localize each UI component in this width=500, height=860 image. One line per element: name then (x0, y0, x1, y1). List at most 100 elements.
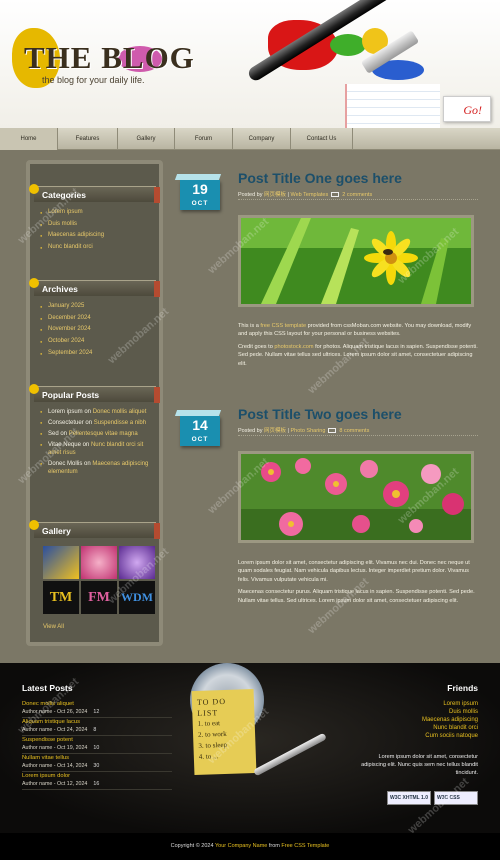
post-meta-prefix: Posted by (238, 192, 264, 198)
company-name-link[interactable]: Your Company Name (215, 843, 267, 849)
comment-count: 12 (93, 709, 100, 715)
gallery-thumb[interactable] (119, 546, 155, 579)
post-author-link[interactable]: 网页模板 (264, 192, 286, 198)
latest-post-item: Suspendisse potent Author name - Oct 19,… (22, 736, 172, 754)
post-category-link[interactable]: Photo Sharing (291, 428, 326, 434)
friend-link[interactable]: Duis mollis (422, 708, 478, 716)
gallery-view-all-link[interactable]: View All (43, 624, 64, 630)
nav-forum[interactable]: Forum (175, 128, 233, 150)
archive-link[interactable]: October 2024 (40, 336, 159, 348)
gallery-thumb[interactable] (81, 546, 117, 579)
post-author-link[interactable]: 网页模板 (264, 428, 286, 434)
popular-post-author: Vitae Neque on (48, 442, 91, 448)
latest-post-link[interactable]: Aliquam tristique lacus (22, 718, 172, 726)
gallery-thumb-fm[interactable]: FM (81, 581, 117, 614)
post-date-badge: 14 OCT (174, 410, 224, 446)
free-css-template-link[interactable]: free CSS template (260, 323, 306, 329)
post-comments-link[interactable]: 8 comments (339, 428, 369, 434)
archives-heading: Archives (29, 278, 160, 297)
go-note-text: Go! (463, 103, 482, 117)
archive-link[interactable]: November 2024 (40, 324, 159, 336)
post-paragraph: Maecenas consectetur purus. Aliquam tris… (238, 589, 475, 604)
nav-features[interactable]: Features (58, 128, 118, 150)
friend-link[interactable]: Nunc blandit orci (422, 724, 478, 732)
category-link[interactable]: Duis mollis (40, 219, 159, 231)
todo-item: 4. to ... (198, 752, 219, 761)
gallery-thumb[interactable] (43, 546, 79, 579)
popular-post-author: Sed on (48, 431, 69, 437)
popular-post-link[interactable]: Donec mollis aliquet (93, 409, 147, 415)
latest-post-link[interactable]: Lorem ipsum dolor (22, 772, 172, 780)
archives-widget: Archives January 2025 December 2024 Nove… (29, 278, 160, 360)
post-month: OCT (191, 436, 209, 443)
w3c-css-badge[interactable]: W3C CSS (434, 791, 478, 805)
post-body: This is a free CSS template provided fro… (238, 322, 478, 372)
post-image (238, 451, 474, 543)
post-day: 19 (192, 181, 208, 197)
latest-post-link[interactable]: Donec mollis aliquet (22, 700, 172, 708)
site-header: THE BLOG the blog for your daily life. G… (0, 0, 500, 128)
latest-post-link[interactable]: Suspendisse potent (22, 736, 172, 744)
archive-link[interactable]: December 2024 (40, 313, 159, 325)
popular-post-item: Donec Mollis on Maecenas adipiscing elem… (40, 460, 155, 476)
post-one: 19 OCT Post Title One goes here Posted b… (174, 170, 480, 385)
gallery-widget: Gallery TM FM WDM View All (29, 520, 160, 642)
popular-post-link[interactable]: Pellentesque vitae magna (69, 431, 138, 437)
post-comments-link[interactable]: 2 comments (342, 192, 372, 198)
footer: Latest Posts Donec mollis aliquet Author… (0, 663, 500, 833)
latest-post-meta: Author name - Oct 24, 2024 8 (22, 727, 97, 733)
gallery-thumb-wdm[interactable]: WDM (119, 581, 155, 614)
friend-link[interactable]: Maecenas adipiscing (422, 716, 478, 724)
pen-image (253, 732, 327, 777)
post-title[interactable]: Post Title One goes here (238, 170, 402, 186)
sidebar: Categories Lorem ipsum Duis mollis Maece… (26, 160, 163, 646)
gallery-thumb-tm[interactable]: TM (43, 581, 79, 614)
post-image (238, 215, 474, 307)
photo-credit-link[interactable]: photostock.com (274, 344, 313, 350)
popular-post-link[interactable]: Suspendisse a nibh (94, 420, 146, 426)
comment-count: 16 (93, 781, 100, 787)
date-box: 14 OCT (180, 416, 220, 446)
comment-count: 10 (93, 745, 100, 751)
friends-heading: Friends (447, 683, 478, 693)
comment-count: 30 (93, 763, 100, 769)
category-link[interactable]: Maecenas adipiscing (40, 230, 159, 242)
nav-company[interactable]: Company (233, 128, 291, 150)
latest-post-item: Nullam vitae tellus Author name - Oct 14… (22, 754, 172, 772)
nav-contact-us[interactable]: Contact Us (291, 128, 353, 150)
site-logo[interactable]: THE BLOG (24, 40, 195, 76)
latest-post-item: Lorem ipsum dolor Author name - Oct 12, … (22, 772, 172, 790)
popular-post-author: Lorem ipsum on (48, 409, 93, 415)
latest-post-meta: Author name - Oct 26, 2024 12 (22, 709, 100, 715)
friend-link[interactable]: Lorem ipsum (422, 700, 478, 708)
date-badge-tab (174, 410, 222, 416)
go-note[interactable]: Go! (443, 96, 491, 122)
popular-posts-heading: Popular Posts (29, 384, 160, 403)
latest-post-link[interactable]: Nullam vitae tellus (22, 754, 172, 762)
post-two: 14 OCT Post Title Two goes here Posted b… (174, 406, 480, 636)
pink-flowers-photo (241, 454, 471, 540)
post-body: Lorem ipsum dolor sit amet, consectetur … (238, 559, 478, 609)
nav-home[interactable]: Home (0, 128, 58, 150)
categories-heading: Categories (29, 184, 160, 203)
latest-posts-list: Donec mollis aliquet Author name - Oct 2… (22, 700, 172, 790)
latest-post-meta: Author name - Oct 14, 2024 30 (22, 763, 100, 769)
category-link[interactable]: Lorem ipsum (40, 207, 159, 219)
popular-posts-widget: Popular Posts Lorem ipsum on Donec molli… (29, 384, 160, 479)
post-paragraph: This is a free CSS template provided fro… (238, 323, 472, 338)
category-link[interactable]: Nunc blandit orci (40, 242, 159, 254)
post-title[interactable]: Post Title Two goes here (238, 406, 402, 422)
free-css-template-footer-link[interactable]: Free CSS Template (281, 843, 329, 849)
archive-link[interactable]: January 2025 (40, 301, 159, 313)
popular-post-author: Donec Mollis on (48, 461, 93, 467)
comment-count: 8 (93, 727, 97, 733)
post-category-link[interactable]: Web Templates (291, 192, 329, 198)
archive-link[interactable]: September 2024 (40, 348, 159, 360)
latest-post-meta: Author name - Oct 12, 2024 16 (22, 781, 100, 787)
friend-link[interactable]: Cum sociis natoque (422, 732, 478, 740)
w3c-xhtml-badge[interactable]: W3C XHTML 1.0 (387, 791, 431, 805)
nav-gallery[interactable]: Gallery (118, 128, 175, 150)
post-date-badge: 19 OCT (174, 174, 224, 210)
friends-list: Lorem ipsum Duis mollis Maecenas adipisc… (422, 700, 478, 740)
comment-icon (331, 192, 340, 198)
